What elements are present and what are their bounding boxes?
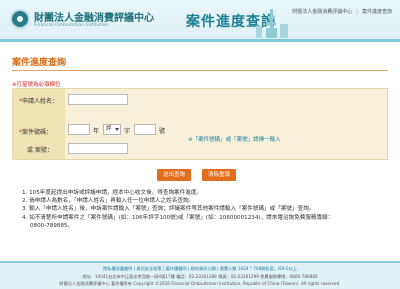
logo-chinese-name: 財團法人金融消費評議中心 xyxy=(34,13,154,24)
number-unit: 號 xyxy=(159,128,166,135)
instruction-item: 3. 輸入「申請人姓名」後，申訴案件請輸入「案號」查詢；評議案件等其他案件請輸入… xyxy=(22,206,315,213)
top-link-case-query[interactable]: 案件進度查詢 xyxy=(362,9,392,15)
case-year-input[interactable] xyxy=(68,124,90,135)
footer-copyright: 財團法人金融消費評議中心 著作權所有 Copyright ©2016 Finan… xyxy=(59,281,341,286)
instruction-item: 2. 倘申請人為數名，「申請人姓名」再輸入任一位申請人之姓名查詢。 xyxy=(22,198,195,205)
instructions-list: 1. 105年度起提出申訴或評議申請，經本中心收文後，得查詢案件進度。 2. 倘… xyxy=(22,189,392,230)
applicant-name-label: *申請人姓名： xyxy=(19,98,59,105)
site-header: 財團法人金融消費評議中心 Financial Ombudsman Institu… xyxy=(0,0,400,42)
applicant-name-input[interactable] xyxy=(68,94,128,105)
instruction-item: 4. 如不清楚所申請案件之「案件號碼」(如：106年評字100號)或「案號」(如… xyxy=(22,214,334,221)
instruction-item: 0800-789885。 xyxy=(30,222,74,229)
top-links: 財團法人金融消費評議中心 | 案件進度查詢 xyxy=(292,9,392,15)
chevron-down-icon xyxy=(115,128,119,131)
section-divider xyxy=(12,70,388,71)
case-number-hint: ※「案件號碼」或「案號」請擇一輸入 xyxy=(188,137,281,143)
case-number-label: *案件號碼： xyxy=(19,129,53,136)
submit-query-button[interactable]: 送出查詢 xyxy=(157,169,191,181)
section-title: 案件進度查詢 xyxy=(12,58,67,68)
type-unit: 字 xyxy=(124,128,131,135)
docket-number-label: 或 案號： xyxy=(27,147,53,154)
instruction-item: 1. 105年度起提出申訴或評議申請，經本中心收文後，得查詢案件進度。 xyxy=(22,190,203,196)
query-form: *申請人姓名： *案件號碼： 年 評 字 號 ※「案件號碼」或「案號」請擇一輸入… xyxy=(12,88,388,160)
case-number-input[interactable] xyxy=(134,124,156,135)
site-footer: 隱私權保護聲明 | 資訊安全政策 | 著作權聲明 | 政府資訊公開 | 瀏覽人數… xyxy=(0,261,400,289)
required-fields-note: ※打星號為必填欄位 xyxy=(12,82,61,88)
logo-seal-icon xyxy=(10,9,30,29)
site-logo[interactable]: 財團法人金融消費評議中心 Financial Ombudsman Institu… xyxy=(10,7,162,33)
year-unit: 年 xyxy=(93,128,100,135)
footer-address: 地址：10041台北市中正區忠孝西路一段4號17樓 電話：02-23161288… xyxy=(82,274,318,279)
logo-english-name: Financial Ombudsman Institution xyxy=(34,23,109,28)
top-link-home[interactable]: 財團法人金融消費評議中心 xyxy=(292,9,352,15)
docket-number-input[interactable] xyxy=(68,143,128,154)
case-type-select[interactable]: 評 xyxy=(103,124,121,135)
taipei-101-skyline-icon xyxy=(256,9,288,38)
footer-links[interactable]: 隱私權保護聲明 | 資訊安全政策 | 著作權聲明 | 政府資訊公開 | 瀏覽人數… xyxy=(0,266,400,272)
clear-form-button[interactable]: 清除重填 xyxy=(202,169,236,181)
